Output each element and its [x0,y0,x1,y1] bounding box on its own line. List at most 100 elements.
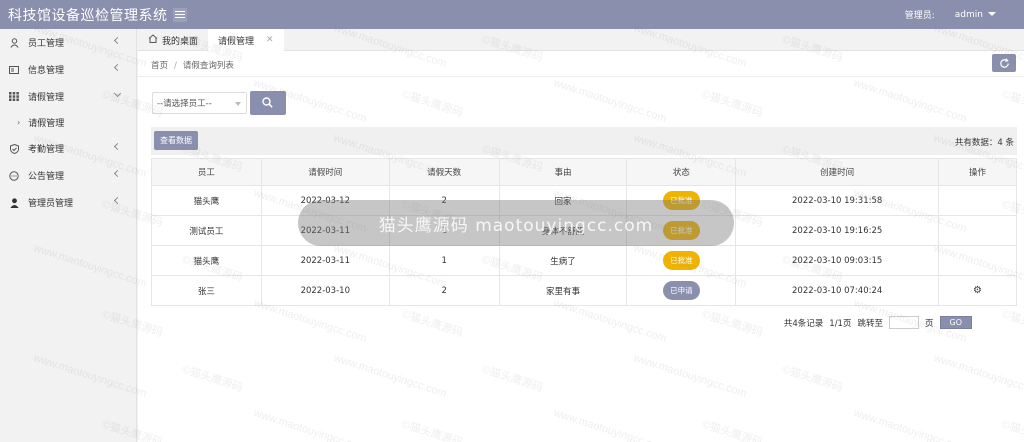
column-header: 员工 [151,158,262,186]
sidebar-item-label: 请假管理 [28,93,65,103]
pager-page: 1/1页 [829,318,852,329]
tab-leave[interactable]: 请假管理 ✕ [208,29,284,51]
cell-days: 2 [388,275,500,306]
user-area: 管理员: admin [905,0,996,29]
sidebar-item-attendance[interactable]: 考勤管理 [0,135,136,162]
pagination: 共4条记录 1/1页 跳转至 页 GO [784,316,972,329]
status-badge: 已批准 [663,191,700,210]
cell-date: 2022-03-11 [260,215,390,246]
sidebar-item-employees[interactable]: 员工管理 [0,29,136,56]
chevron-left-icon [113,196,122,205]
cell-reason: 回家 [498,185,628,216]
close-icon[interactable]: ✕ [266,35,274,45]
table-row: 张三 2022-03-10 2 家里有事 已申请 2022-03-10 07:4… [151,275,1017,306]
cell-created: 2022-03-10 19:16:25 [735,215,940,246]
search-button[interactable] [250,91,286,115]
home-icon [148,34,158,46]
breadcrumb: 首页 / 请假查询列表 [151,59,234,71]
table-header-row: 员工 请假时间 请假天数 事由 状态 创建时间 操作 [151,158,1017,186]
menu-toggle-icon[interactable] [172,7,187,22]
page-jump-input[interactable] [888,316,919,329]
shield-icon [9,143,19,154]
cell-employee: 测试员工 [151,215,262,246]
status-badge: 已申请 [663,281,700,300]
cell-days: 2 [388,185,500,216]
tab-label: 请假管理 [218,36,255,47]
grid-icon [9,92,19,102]
employee-select-placeholder: --请选择员工-- [157,99,212,109]
sidebar-item-notice[interactable]: 公告管理 [0,162,136,189]
go-button[interactable]: GO [939,316,972,329]
pager-jump-label: 跳转至 [857,318,883,329]
top-bar: 科技馆设备巡检管理系统 管理员: admin [0,0,1024,29]
chevron-left-icon [113,63,122,72]
chevron-left-icon [113,169,122,178]
cell-date: 2022-03-12 [260,185,390,216]
cell-employee: 猫头鹰 [151,185,262,216]
column-header: 事由 [498,158,628,186]
refresh-button[interactable] [992,54,1016,72]
status-badge: 已批准 [663,251,700,270]
table-row: 猫头鹰 2022-03-12 2 回家 已批准 2022-03-10 19:31… [151,185,1017,216]
column-header: 操作 [938,158,1017,186]
column-header: 状态 [626,158,737,186]
breadcrumb-home[interactable]: 首页 [151,61,168,71]
sidebar-subitem-leave[interactable]: › 请假管理 [0,110,136,135]
chevron-down-icon [113,89,122,98]
search-icon [262,97,273,108]
tab-desktop[interactable]: 我的桌面 [138,29,208,51]
pager-summary: 共4条记录 [783,318,824,329]
sidebar-item-info[interactable]: 信息管理 [0,56,136,83]
sidebar-item-label: 考勤管理 [28,145,65,155]
chat-icon [9,170,19,181]
sidebar-item-label: 公告管理 [28,172,65,182]
sidebar-item-label: 员工管理 [28,39,65,49]
pager-page-unit: 页 [924,318,934,329]
table-row: 猫头鹰 2022-03-11 1 生病了 已批准 2022-03-10 09:0… [151,245,1017,276]
sidebar-item-label: 信息管理 [28,66,65,76]
column-header: 创建时间 [735,158,940,186]
column-header: 请假时间 [260,158,390,186]
cell-employee: 张三 [151,275,262,306]
user-icon [9,197,19,208]
cell-days: 1 [388,245,500,276]
cell-action [938,215,1017,246]
cell-reason: 生病了 [498,245,628,276]
person-icon [9,37,19,48]
cell-action [938,245,1017,276]
admin-label: 管理员: [904,11,935,21]
main-content: 首页 / 请假查询列表 --请选择员工-- 查看数据 共有数据：4 条 员工 请假时… [138,51,1024,442]
cell-employee: 猫头鹰 [151,245,262,276]
cell-created: 2022-03-10 19:31:58 [735,185,940,216]
caret-down-icon [988,12,996,16]
cell-status: 已批准 [626,185,737,216]
sidebar-subitem-label: 请假管理 [28,119,65,129]
chevron-left-icon [113,142,122,151]
table-toolbar: 查看数据 共有数据：4 条 [151,127,1017,155]
cell-status: 已批准 [626,215,737,246]
gear-icon[interactable]: ⚙ [973,285,982,296]
sidebar-item-leave[interactable]: 请假管理 [0,83,136,110]
employee-select[interactable]: --请选择员工-- [152,92,247,114]
divider [138,76,1024,77]
sidebar-item-label: 管理员管理 [28,199,74,209]
sidebar-item-admins[interactable]: 管理员管理 [0,189,136,216]
cell-action: ⚙ [938,275,1017,306]
cell-date: 2022-03-11 [260,245,390,276]
cell-date: 2022-03-10 [260,275,390,306]
chevron-left-icon [113,36,122,45]
total-count: 共有数据：4 条 [954,138,1014,148]
id-card-icon [9,65,19,75]
sidebar: 员工管理 信息管理 请假管理 › 请假管理 考勤管理 公告管理 管理员管理 [0,29,137,442]
view-data-button[interactable]: 查看数据 [154,131,198,150]
cell-days: 1 [388,215,500,246]
breadcrumb-separator: / [174,61,177,71]
table-row: 测试员工 2022-03-11 1 身体不舒服 已批准 2022-03-10 1… [151,215,1017,246]
admin-dropdown[interactable]: admin [955,10,996,20]
cell-status: 已申请 [626,275,737,306]
refresh-icon [999,57,1009,68]
cell-created: 2022-03-10 09:03:15 [735,245,940,276]
admin-name: admin [954,9,983,20]
cell-status: 已批准 [626,245,737,276]
app-title: 科技馆设备巡检管理系统 [8,7,168,24]
